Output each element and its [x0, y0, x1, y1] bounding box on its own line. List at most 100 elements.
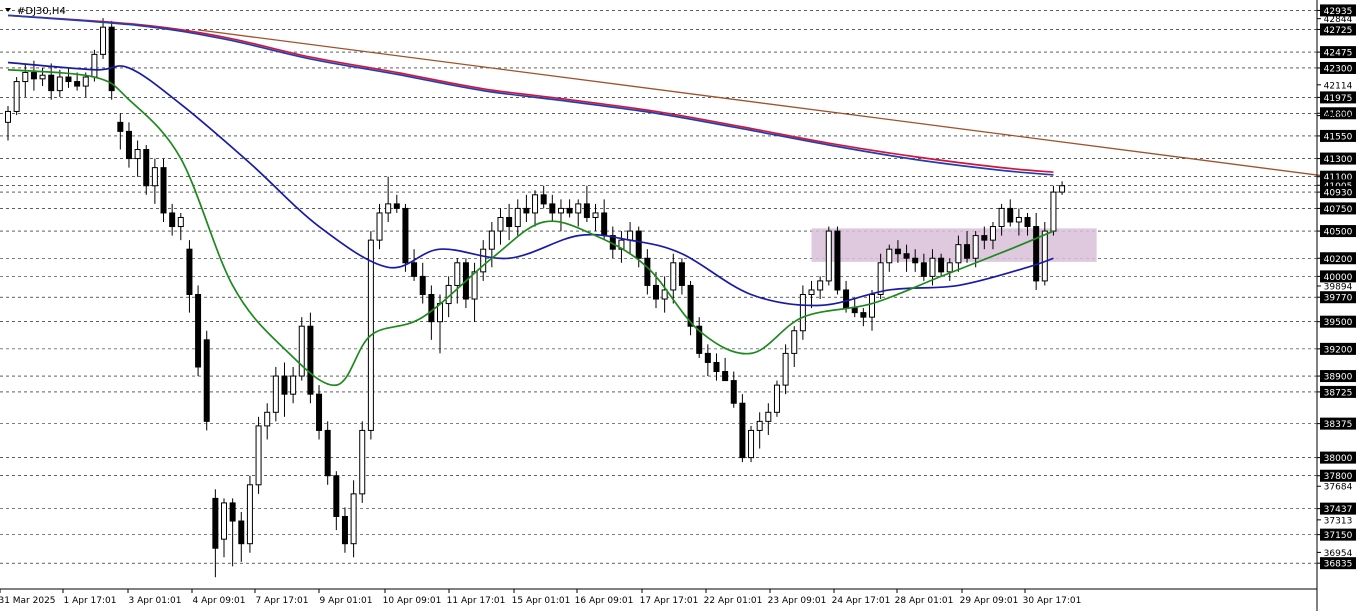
candle-body-bull [56, 76, 63, 92]
time-label: 15 Apr 01:01 [512, 596, 571, 606]
candlestick-chart-svg[interactable]: 4293542725424754230041975418004155041300… [0, 0, 1362, 611]
candle-body-bear [238, 520, 245, 545]
symbol-timeframe-label: #DJ30,H4 [17, 6, 66, 17]
candle-body-bull [817, 280, 824, 291]
candle-body-bull [350, 493, 357, 545]
candle-body-bull [955, 244, 962, 264]
candle-body-bear [851, 307, 858, 314]
candle[interactable] [773, 380, 780, 417]
candle-body-bull [1041, 230, 1048, 282]
candle-body-bull [82, 76, 89, 87]
candle[interactable] [834, 226, 841, 295]
candle[interactable] [13, 77, 20, 116]
time-label: 29 Apr 09:01 [960, 596, 1019, 606]
candle[interactable] [203, 330, 210, 431]
candle-body-bull [808, 289, 815, 296]
candle-body-bull [1059, 185, 1066, 193]
candle[interactable] [748, 425, 755, 463]
candle-body-bear [739, 402, 746, 459]
time-label: 31 Mar 2025 [0, 596, 56, 606]
price-tag-label: 41300 [1324, 155, 1353, 165]
candle-body-bear [324, 429, 331, 477]
candle-body-bull [989, 226, 996, 241]
candle-body-bull [13, 81, 20, 112]
candle[interactable] [307, 312, 314, 404]
candle-body-bear [920, 262, 927, 277]
price-tag-label: 42475 [1324, 49, 1353, 59]
candle[interactable] [1041, 222, 1048, 286]
candle[interactable] [246, 475, 253, 553]
candle-body-bull [592, 212, 599, 218]
price-label: 42114 [1324, 81, 1353, 91]
price-tag-label: 38000 [1324, 454, 1353, 464]
candle-body-bear [169, 212, 176, 228]
candle-body-bull [557, 207, 564, 214]
price-tag-label: 41975 [1324, 94, 1353, 104]
candle-body-bull [1015, 216, 1022, 223]
candle-body-bull [627, 230, 634, 241]
time-label: 4 Apr 09:01 [193, 596, 246, 606]
candle-body-bear [402, 207, 409, 264]
candle[interactable] [324, 421, 331, 485]
time-label: 22 Apr 01:01 [704, 596, 763, 606]
candle-body-bear [523, 207, 530, 214]
candle[interactable] [825, 226, 832, 286]
price-tag-label: 38375 [1324, 420, 1353, 430]
candle-body-bull [532, 194, 539, 214]
price-tag-label: 42300 [1324, 64, 1353, 74]
candle-body-bull [670, 262, 677, 291]
candle[interactable] [195, 285, 202, 377]
candle-body-bear [229, 502, 236, 522]
candle-body-bull [151, 167, 158, 187]
candle-body-bear [411, 262, 418, 277]
candle-body-bear [964, 244, 971, 259]
price-tag-label: 36835 [1324, 560, 1353, 570]
candle-body-bull [177, 216, 184, 228]
candle[interactable] [298, 317, 305, 381]
time-label: 23 Apr 09:01 [768, 596, 827, 606]
candle-body-bear [30, 71, 37, 80]
candle-body-bear [125, 130, 132, 160]
candle-body-bull [748, 429, 755, 459]
candle-body-bear [195, 294, 202, 368]
candle-body-bull [264, 411, 271, 427]
candle[interactable] [160, 158, 167, 223]
candle-body-bear [428, 294, 435, 323]
candle-body-bear [506, 216, 513, 228]
candle-body-bear [160, 167, 167, 214]
time-label: 9 Apr 01:01 [320, 596, 373, 606]
candle[interactable] [255, 416, 262, 494]
candle-body-bull [765, 411, 772, 422]
time-label: 10 Apr 09:01 [383, 596, 442, 606]
candle-body-bear [281, 375, 288, 395]
candle-body-bear [186, 248, 193, 295]
candle-body-bear [212, 497, 219, 549]
time-label: 7 Apr 17:01 [256, 596, 309, 606]
candle-body-bear [860, 312, 867, 318]
candle[interactable] [1050, 185, 1057, 236]
candle-body-bear [1033, 226, 1040, 282]
candle-body-bear [843, 289, 850, 309]
candle[interactable] [359, 421, 366, 503]
candle-body-bull [255, 425, 262, 486]
candle-body-bear [419, 275, 426, 295]
candle-body-bull [946, 262, 953, 273]
candle-body-bull [272, 375, 279, 413]
candle-body-bull [488, 230, 495, 250]
candle-body-bull [825, 230, 832, 282]
candle-body-bull [246, 484, 253, 545]
candle-body-bull [782, 352, 789, 386]
candle-body-bull [998, 207, 1005, 228]
candle-body-bull [972, 235, 979, 259]
candle[interactable] [108, 20, 115, 100]
candle[interactable] [739, 394, 746, 463]
price-tag-label: 37800 [1324, 472, 1353, 482]
candle-body-bull [575, 203, 582, 214]
candle[interactable] [402, 203, 409, 272]
candle-body-bull [877, 262, 884, 295]
price-tag-label: 41550 [1324, 132, 1353, 142]
candle-body-bear [894, 248, 901, 255]
price-label: 36954 [1324, 549, 1353, 559]
price-chart[interactable]: 42935 42725 42475 42300 41975 41800 41550 41300… [0, 0, 1362, 611]
price-label: 42844 [1324, 15, 1353, 25]
